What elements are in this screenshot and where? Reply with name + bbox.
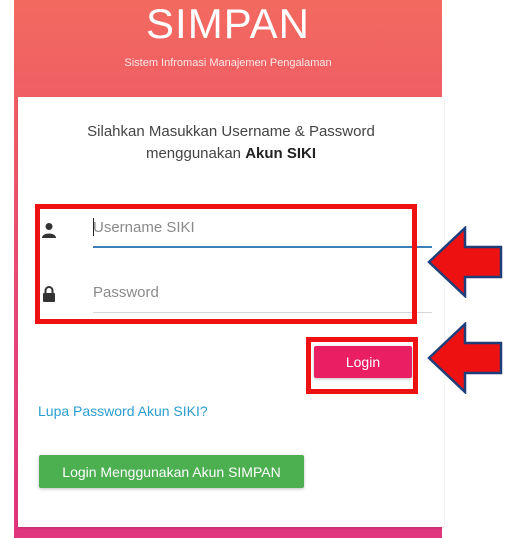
app-subtitle: Sistem Infromasi Manajemen Pengalaman [124, 57, 332, 69]
instruction-account-name: Akun SIKI [245, 145, 317, 162]
instruction-line-2: menggunakan Akun SIKI [18, 143, 444, 165]
login-instructions: Silahkan Masukkan Username & Password me… [18, 121, 444, 165]
instruction-prefix: menggunakan [145, 145, 242, 162]
app-header: SIMPAN Sistem Infromasi Manajemen Pengal… [14, 0, 442, 95]
instruction-line-1: Silahkan Masukkan Username & Password [87, 123, 375, 140]
login-simpan-account-button[interactable]: Login Menggunakan Akun SIMPAN [39, 455, 304, 488]
app-title: SIMPAN [146, 0, 310, 47]
arrow-left-icon [427, 226, 503, 298]
arrow-left-icon [427, 322, 503, 394]
forgot-password-link[interactable]: Lupa Password Akun SIKI? [38, 403, 208, 419]
login-highlight-box [306, 337, 418, 394]
credentials-highlight-box [35, 204, 417, 324]
